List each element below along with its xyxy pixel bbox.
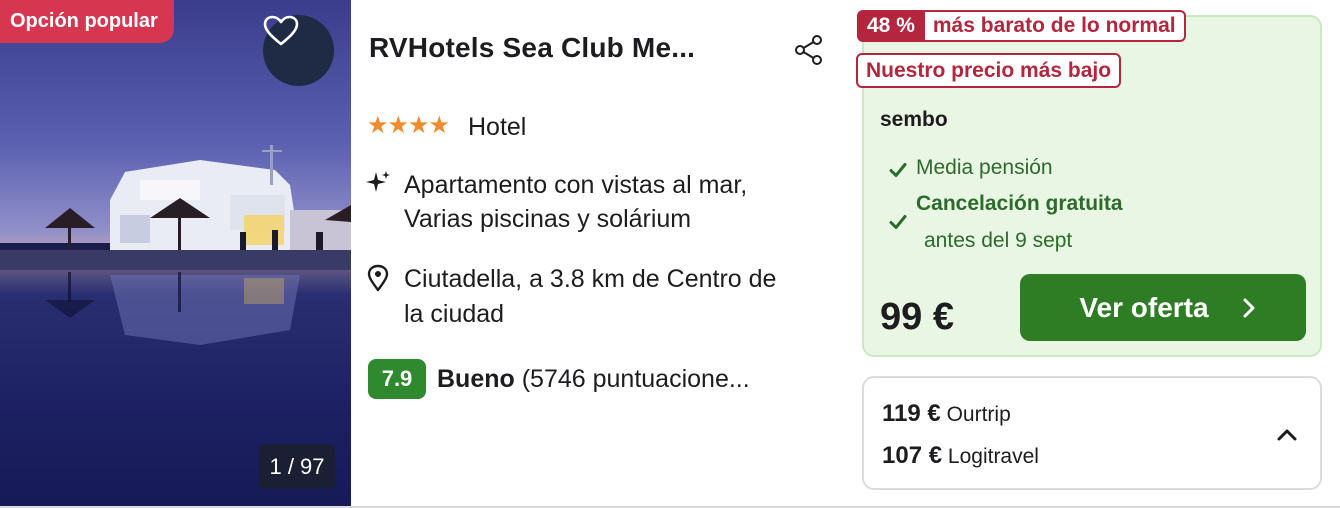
collapse-offers-button[interactable] <box>1270 418 1304 452</box>
discount-percent: 48 % <box>857 10 925 42</box>
photo-counter: 1 / 97 <box>259 444 335 489</box>
features-line-2: Varias piscinas y solárium <box>404 205 692 233</box>
location-line-1: Ciutadella, a 3.8 km de Centro de <box>404 265 777 293</box>
rating-label: Bueno <box>437 365 515 393</box>
checkmark-icon <box>889 163 907 177</box>
other-offer-price: 119 € <box>882 400 941 427</box>
share-icon <box>795 35 822 65</box>
hotel-result-card: Opción popular 1 / 97 RVHotels Sea Club … <box>0 0 1340 508</box>
features-line-1: Apartamento con vistas al mar, <box>404 171 748 199</box>
checkmark-icon <box>889 215 907 229</box>
sparkle-icon <box>366 171 390 192</box>
property-type: Hotel <box>468 113 527 141</box>
share-button[interactable] <box>792 33 826 67</box>
discount-label: más barato de lo normal <box>924 10 1186 42</box>
chevron-up-icon <box>1277 429 1297 441</box>
rating-summary[interactable]: Bueno (5746 puntuacione... <box>437 365 750 394</box>
star-rating: ★★★★ <box>367 112 450 139</box>
perk-cancellation-deadline: antes del 9 sept <box>924 229 1073 252</box>
hotel-features: Apartamento con vistas al mar, Varias pi… <box>404 168 844 236</box>
review-count: (5746 puntuacione... <box>514 365 750 393</box>
hotel-name[interactable]: RVHotels Sea Club Me... <box>369 32 695 64</box>
other-offers-panel[interactable]: 119 € Ourtrip 107 € Logitravel <box>862 376 1322 490</box>
lowest-price-tag: Nuestro precio más bajo <box>856 53 1122 88</box>
other-offer-provider: Ourtrip <box>946 403 1011 426</box>
perk-board: Media pensión <box>916 156 1053 179</box>
location-line-2: la ciudad <box>404 300 505 328</box>
view-offer-button[interactable]: Ver oferta <box>1020 274 1306 341</box>
other-offer-row[interactable]: 107 € Logitravel <box>882 442 1039 470</box>
heart-icon <box>263 15 299 46</box>
rating-score-badge: 7.9 <box>368 359 426 399</box>
view-offer-label: Ver oferta <box>1079 291 1209 323</box>
other-offer-price: 107 € <box>882 442 943 469</box>
favorite-button[interactable] <box>263 15 334 86</box>
map-pin-icon <box>367 264 389 292</box>
discount-tag: 48 % más barato de lo normal <box>857 10 1186 42</box>
hotel-location: Ciutadella, a 3.8 km de Centro de la ciu… <box>404 262 844 332</box>
offer-provider: sembo <box>880 108 948 131</box>
popular-choice-badge: Opción popular <box>0 0 174 43</box>
chevron-right-icon <box>1243 298 1255 317</box>
hotel-info: RVHotels Sea Club Me... ★★★★ Hotel Apart… <box>351 0 851 508</box>
perk-cancellation: Cancelación gratuita <box>916 192 1123 215</box>
other-offer-provider: Logitravel <box>947 445 1039 468</box>
offer-price: 99 € <box>880 296 954 338</box>
hotel-photo[interactable]: Opción popular 1 / 97 <box>0 0 351 508</box>
other-offer-row[interactable]: 119 € Ourtrip <box>882 400 1011 428</box>
